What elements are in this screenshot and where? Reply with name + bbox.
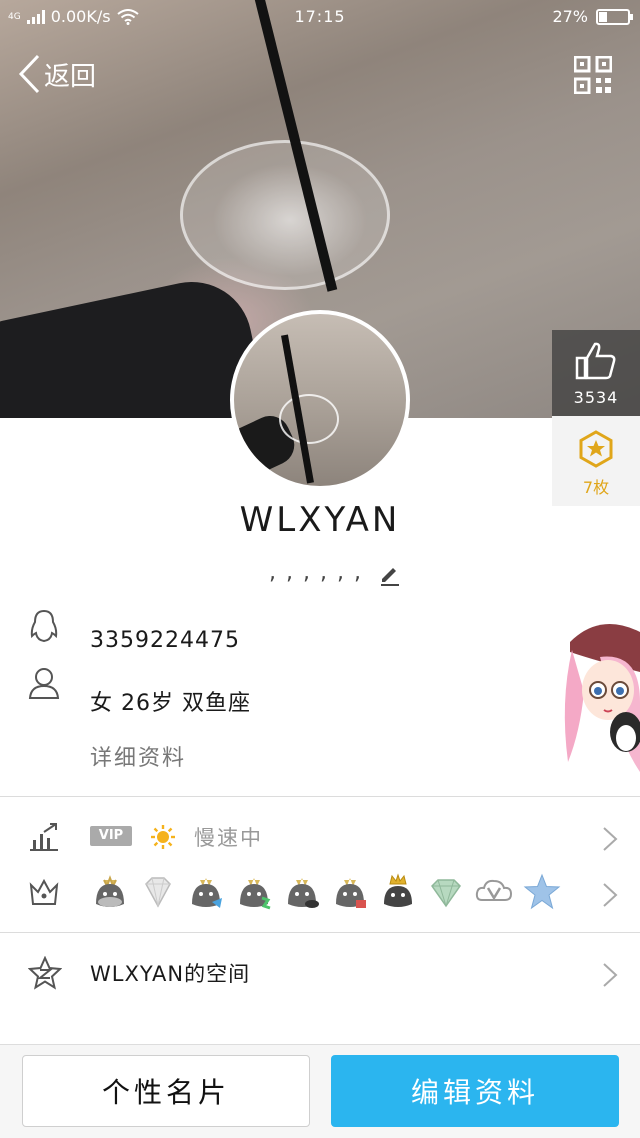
- chevron-right-icon: [603, 827, 618, 851]
- like-count: 3534: [573, 388, 619, 407]
- medal-star-icon: [579, 430, 613, 468]
- battery-percent: 27%: [552, 7, 588, 26]
- sun-icon: [151, 825, 175, 849]
- battery-fill: [599, 11, 607, 22]
- diamond-green-icon: [431, 879, 461, 908]
- chevron-right-icon: [603, 963, 618, 987]
- like-button[interactable]: 3534: [552, 330, 640, 416]
- chevron-left-icon: [18, 54, 40, 94]
- vip-speed-status: 慢速中: [194, 826, 263, 850]
- basic-info: 女 26岁 双鱼座: [90, 691, 251, 716]
- star-blue-icon: [523, 873, 561, 910]
- signature[interactable]: ,,,,,,: [0, 560, 640, 585]
- status-bar: 4G 0.00K/s 17:15 27%: [0, 0, 640, 34]
- qr-code-icon[interactable]: [574, 56, 612, 94]
- badge-list: [90, 872, 562, 912]
- penguin-crown-icon: [384, 873, 412, 907]
- pencil-icon[interactable]: [378, 562, 402, 586]
- detail-info-link[interactable]: 详细资料: [90, 740, 186, 772]
- battery-icon: [596, 8, 633, 25]
- growth-chart-icon: [30, 823, 58, 851]
- video-v-icon: [475, 879, 513, 901]
- avatar[interactable]: [230, 310, 410, 490]
- divider: [0, 796, 640, 797]
- personal-card-button[interactable]: 个性名片: [22, 1055, 310, 1127]
- qq-number: 3359224475: [90, 628, 240, 653]
- penguin-gray-icon: [96, 875, 124, 907]
- crown-icon: [29, 878, 59, 905]
- avatar-mascot-icon[interactable]: [560, 612, 640, 788]
- chevron-right-icon: [603, 883, 618, 907]
- penguin-blue-icon: [192, 878, 222, 908]
- back-label: 返回: [44, 61, 97, 92]
- edit-profile-button[interactable]: 编辑资料: [331, 1055, 619, 1127]
- thumbs-up-icon: [575, 342, 616, 380]
- diamond-icon: [145, 877, 171, 908]
- profile-page: 4G 0.00K/s 17:15 27% 返回 3534 7枚 WLXYAN ,…: [0, 0, 640, 1138]
- person-icon: [28, 668, 60, 699]
- cover-cup: [180, 140, 390, 290]
- vip-tag: VIP: [90, 826, 132, 846]
- nickname: WLXYAN: [239, 500, 401, 540]
- medal-count: 7枚: [582, 478, 610, 497]
- qzone-label: WLXYAN的空间: [90, 962, 251, 986]
- divider: [0, 932, 640, 933]
- clock: 17:15: [294, 7, 346, 26]
- qzone-star-icon: [28, 956, 62, 990]
- penguin-green-icon: [240, 878, 271, 910]
- medal-button[interactable]: 7枚: [552, 416, 640, 506]
- back-button[interactable]: 返回: [18, 54, 96, 94]
- penguin-sleep-icon: [288, 878, 319, 908]
- penguin-red-icon: [336, 878, 366, 908]
- penguin-outline-icon: [30, 609, 58, 643]
